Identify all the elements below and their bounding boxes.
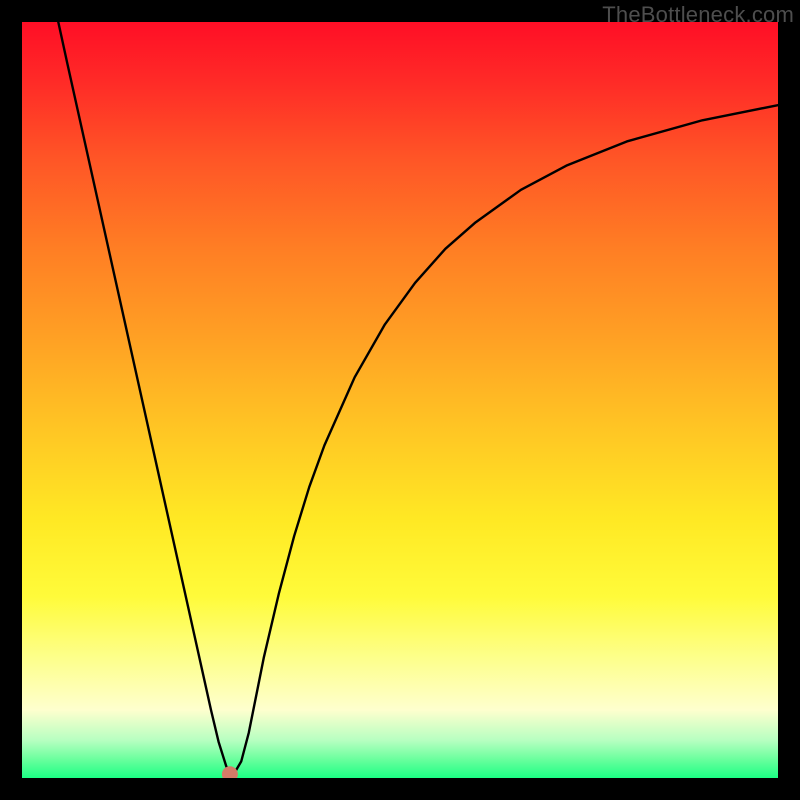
minimum-marker <box>222 766 238 778</box>
curve-svg <box>22 22 778 778</box>
plot-area <box>22 22 778 778</box>
bottleneck-curve <box>58 22 778 774</box>
watermark-text: TheBottleneck.com <box>602 2 794 28</box>
chart-frame: TheBottleneck.com <box>0 0 800 800</box>
